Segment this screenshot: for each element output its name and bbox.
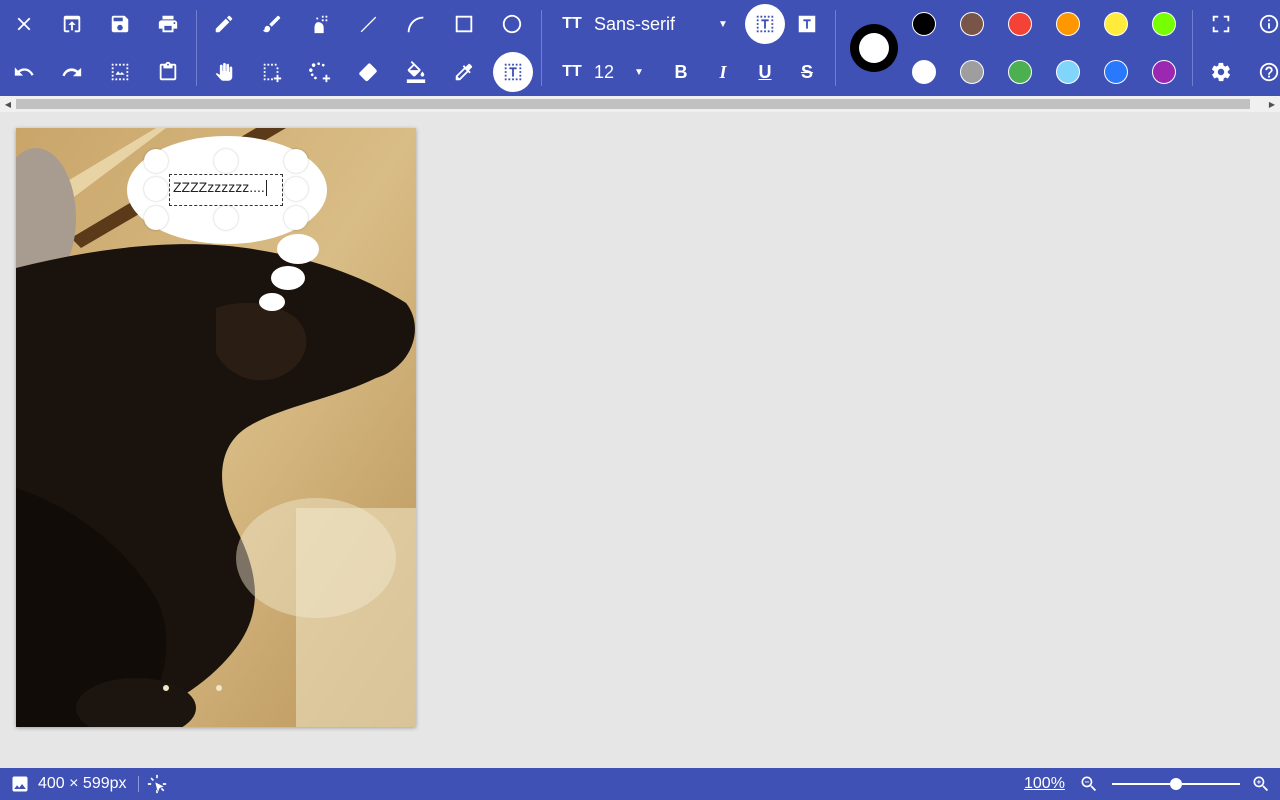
rect-select-icon[interactable] xyxy=(252,52,292,92)
crop-image-icon[interactable] xyxy=(100,52,140,92)
info-icon[interactable] xyxy=(1249,4,1280,44)
undo-icon[interactable] xyxy=(4,52,44,92)
scroll-left-arrow-icon[interactable]: ◀ xyxy=(0,96,16,112)
color-swatch[interactable] xyxy=(960,12,984,36)
scrollbar-thumb[interactable] xyxy=(16,99,1250,109)
color-swatch[interactable] xyxy=(912,60,936,84)
color-swatch[interactable] xyxy=(1104,60,1128,84)
open-image-icon[interactable] xyxy=(52,4,92,44)
help-icon[interactable] xyxy=(1249,52,1280,92)
current-color-indicator[interactable] xyxy=(850,24,898,72)
color-swatch[interactable] xyxy=(1056,60,1080,84)
font-size-dropdown-icon[interactable]: ▼ xyxy=(629,62,649,82)
zoom-level[interactable]: 100% xyxy=(1024,768,1065,800)
resize-handle[interactable] xyxy=(284,149,308,173)
zoom-out-icon[interactable] xyxy=(1079,768,1099,800)
ellipse-icon[interactable] xyxy=(492,4,532,44)
bubble-text-value: ZZZZzzzzzz.... xyxy=(173,179,265,195)
italic-button[interactable]: I xyxy=(707,56,739,88)
redo-icon[interactable] xyxy=(52,52,92,92)
color-swatch[interactable] xyxy=(1008,60,1032,84)
font-family-dropdown-icon[interactable]: ▼ xyxy=(713,14,733,34)
toolbar: TT Sans-serif ▼ TT 12 ▼ B I U S xyxy=(0,0,1280,96)
color-swatch[interactable] xyxy=(1008,12,1032,36)
paste-icon[interactable] xyxy=(148,52,188,92)
cursor-position-icon xyxy=(147,768,167,800)
scroll-right-arrow-icon[interactable]: ▶ xyxy=(1264,96,1280,112)
bubble-text-input[interactable]: ZZZZzzzzzz.... xyxy=(169,174,283,206)
resize-handle[interactable] xyxy=(284,206,308,230)
eyedropper-icon[interactable] xyxy=(444,52,484,92)
pencil-icon[interactable] xyxy=(204,4,244,44)
hand-pan-icon[interactable] xyxy=(204,52,244,92)
resize-handle[interactable] xyxy=(144,177,168,201)
zoom-in-icon[interactable] xyxy=(1251,768,1271,800)
zoom-slider-knob[interactable] xyxy=(1170,778,1182,790)
text-box-outline-icon[interactable] xyxy=(745,4,785,44)
resize-handle[interactable] xyxy=(144,206,168,230)
resize-handle[interactable] xyxy=(144,149,168,173)
line-icon[interactable] xyxy=(348,4,388,44)
text-box-filled-icon[interactable] xyxy=(787,4,827,44)
horizontal-scrollbar[interactable]: ◀ ▶ xyxy=(0,96,1280,112)
font-size-value: 12 xyxy=(594,61,615,82)
color-swatch[interactable] xyxy=(1056,12,1080,36)
color-swatch[interactable] xyxy=(1152,60,1176,84)
lasso-select-icon[interactable] xyxy=(300,52,340,92)
eraser-icon[interactable] xyxy=(348,52,388,92)
image-size-info: 400 × 599px xyxy=(10,768,127,800)
bold-button[interactable]: B xyxy=(665,56,697,88)
color-swatch[interactable] xyxy=(912,12,936,36)
color-swatch[interactable] xyxy=(1104,12,1128,36)
settings-icon[interactable] xyxy=(1201,52,1241,92)
color-swatch[interactable] xyxy=(1152,12,1176,36)
font-size-icon: TT xyxy=(562,63,582,80)
curve-icon[interactable] xyxy=(396,4,436,44)
strikethrough-button[interactable]: S xyxy=(791,56,823,88)
text-tool-icon[interactable] xyxy=(493,52,533,92)
resize-handle[interactable] xyxy=(284,177,308,201)
resize-handle[interactable] xyxy=(214,149,238,173)
rectangle-icon[interactable] xyxy=(444,4,484,44)
font-icon: TT xyxy=(562,15,582,32)
resize-handle[interactable] xyxy=(214,206,238,230)
close-icon[interactable] xyxy=(4,4,44,44)
spray-icon[interactable] xyxy=(300,4,340,44)
status-bar: 400 × 599px 100% xyxy=(0,768,1280,800)
underline-button[interactable]: U xyxy=(749,56,781,88)
color-swatch[interactable] xyxy=(960,60,984,84)
text-caret xyxy=(265,180,267,197)
print-icon[interactable] xyxy=(148,4,188,44)
image-icon xyxy=(12,776,28,792)
font-family-value: Sans-serif xyxy=(594,13,676,34)
brush-icon[interactable] xyxy=(252,4,292,44)
image-size-label: 400 × 599px xyxy=(38,775,127,792)
fill-bucket-icon[interactable] xyxy=(396,52,436,92)
fullscreen-icon[interactable] xyxy=(1201,4,1241,44)
save-icon[interactable] xyxy=(100,4,140,44)
